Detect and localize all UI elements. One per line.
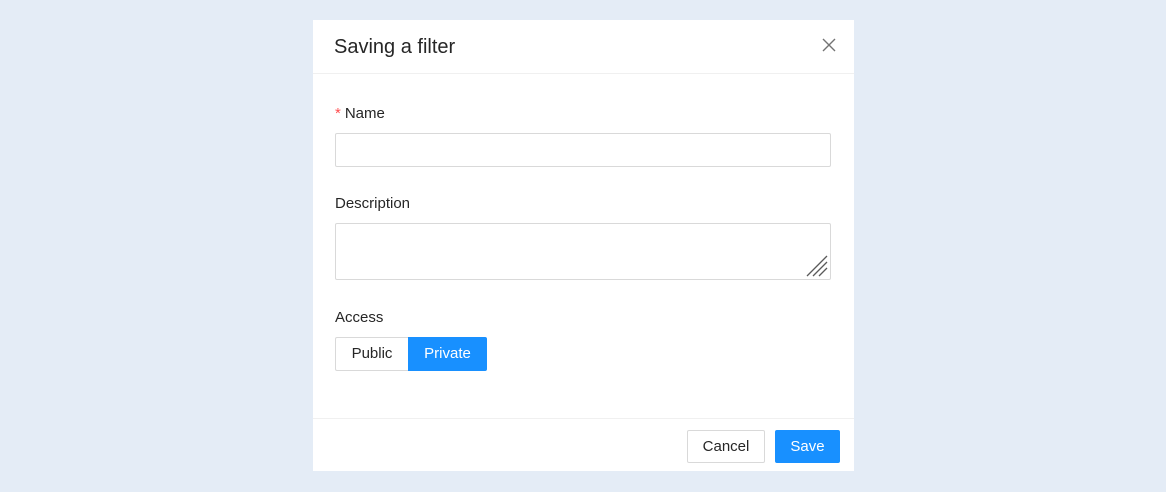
dialog-title: Saving a filter xyxy=(334,36,456,58)
description-textarea[interactable] xyxy=(335,223,831,280)
required-marker: * xyxy=(335,105,341,122)
description-label: Description xyxy=(335,195,411,212)
access-label: Access xyxy=(335,309,384,326)
name-label: * Name xyxy=(335,105,385,123)
close-button[interactable] xyxy=(822,38,836,52)
name-label-text: Name xyxy=(344,105,385,122)
save-filter-dialog: Saving a filter * Name Description Access… xyxy=(313,20,854,471)
access-option-public[interactable]: Public xyxy=(335,337,408,371)
access-option-private[interactable]: Private xyxy=(408,337,487,371)
dialog-header: Saving a filter xyxy=(313,20,854,74)
close-icon xyxy=(822,38,836,52)
access-toggle-group: Public Private xyxy=(335,337,487,371)
cancel-button[interactable]: Cancel xyxy=(687,430,765,463)
name-input[interactable] xyxy=(335,133,831,167)
resize-handle-icon[interactable] xyxy=(806,255,828,277)
dialog-footer: Cancel Save xyxy=(313,418,854,471)
save-button[interactable]: Save xyxy=(775,430,840,463)
